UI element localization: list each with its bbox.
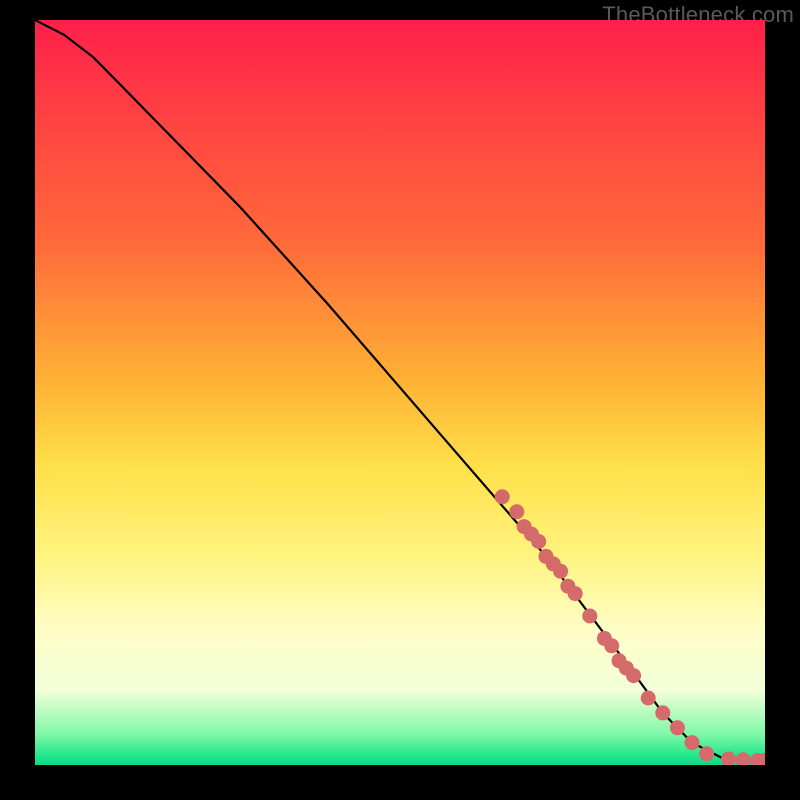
data-points [495,489,765,765]
data-point [641,691,656,706]
data-point [582,609,597,624]
data-point [685,735,700,750]
data-point [568,586,583,601]
data-point [553,564,568,579]
data-point [495,489,510,504]
data-point [670,720,685,735]
plot-area [35,20,765,765]
chart-frame: TheBottleneck.com [0,0,800,800]
data-point [626,668,641,683]
data-point [699,746,714,761]
data-point [531,534,546,549]
data-point [655,705,670,720]
data-point [736,752,751,765]
data-point [721,752,736,766]
data-point [604,638,619,653]
data-point [509,504,524,519]
curve-line [35,20,765,761]
chart-svg [35,20,765,765]
